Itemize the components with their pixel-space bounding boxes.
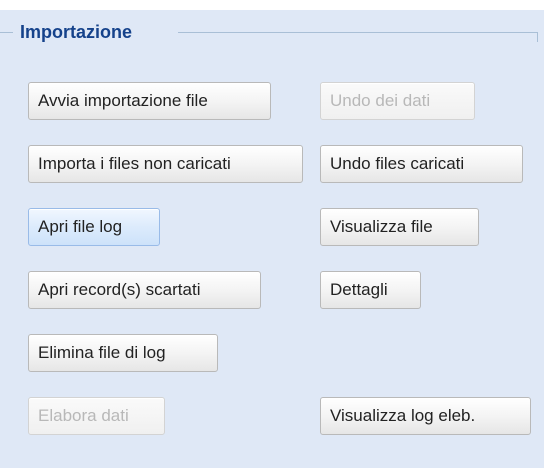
importa-files-non-caricati-button[interactable]: Importa i files non caricati <box>28 145 303 183</box>
elimina-file-di-log-button[interactable]: Elimina file di log <box>28 334 218 372</box>
fieldset-legend: Importazione <box>17 21 136 43</box>
apri-file-log-button[interactable]: Apri file log <box>28 208 160 246</box>
importazione-panel: Importazione Avvia importazione file Und… <box>0 0 544 468</box>
fieldset-border-right <box>178 32 538 33</box>
dettagli-button[interactable]: Dettagli <box>320 271 421 309</box>
fieldset-border-left <box>0 32 13 33</box>
elabora-dati-button[interactable]: Elabora dati <box>28 397 165 435</box>
undo-dei-dati-button[interactable]: Undo dei dati <box>320 82 475 120</box>
visualizza-file-button[interactable]: Visualizza file <box>320 208 479 246</box>
visualizza-log-elab-button[interactable]: Visualizza log eleb. <box>320 397 531 435</box>
apri-record-scartati-button[interactable]: Apri record(s) scartati <box>28 271 261 309</box>
undo-files-caricati-button[interactable]: Undo files caricati <box>320 145 523 183</box>
avvia-importazione-file-button[interactable]: Avvia importazione file <box>28 82 271 120</box>
fieldset-border-edge <box>537 32 538 42</box>
top-strip <box>0 0 544 10</box>
